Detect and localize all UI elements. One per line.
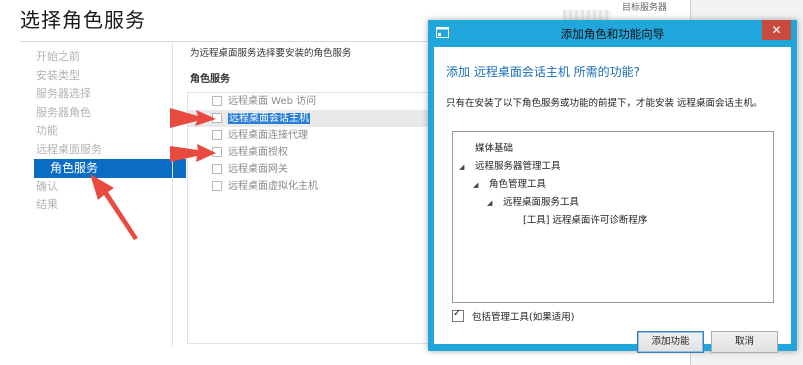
tree-item-role-admin-tools[interactable]: ◢ 角色管理工具 xyxy=(473,178,546,192)
role-label: 远程桌面 Web 访问 xyxy=(228,96,317,107)
nav-item-remote-desktop-services[interactable]: 远程桌面服务 xyxy=(36,141,188,160)
dialog-heading: 添加 远程桌面会话主机 所需的功能? xyxy=(446,65,640,79)
role-label: 远程桌面虚拟化主机 xyxy=(228,181,318,192)
tree-item-label: 角色管理工具 xyxy=(489,179,547,190)
roles-header: 角色服务 xyxy=(190,74,230,85)
role-checkbox[interactable] xyxy=(212,181,222,191)
tree-item-media-foundation[interactable]: 媒体基础 xyxy=(475,142,513,156)
dialog-titlebar[interactable]: 添加角色和功能向导 ✕ xyxy=(428,20,797,46)
add-features-button[interactable]: 添加功能 xyxy=(637,331,704,353)
target-server-label: 目标服务器 xyxy=(622,3,668,13)
expand-triangle-icon[interactable]: ◢ xyxy=(487,196,492,210)
tree-item-rsat[interactable]: ◢ 远程服务器管理工具 xyxy=(459,160,561,174)
tree-item-licensing-diagnoser[interactable]: [工具] 远程桌面许可诊断程序 xyxy=(523,214,647,228)
include-tools-checkbox[interactable] xyxy=(452,308,464,322)
tree-item-label: [工具] 远程桌面许可诊断程序 xyxy=(523,215,648,226)
role-label: 远程桌面会话主机 xyxy=(228,113,310,124)
nav-item-features[interactable]: 功能 xyxy=(36,122,188,141)
required-features-tree[interactable]: 媒体基础 ◢ 远程服务器管理工具 ◢ 角色管理工具 ◢ 远程桌面服务工具 [工具… xyxy=(452,131,774,303)
role-item-rd-gateway[interactable]: 远程桌面网关 xyxy=(188,161,431,178)
role-item-rd-session-host[interactable]: 远程桌面会话主机 xyxy=(188,110,431,127)
page-title: 选择角色服务 xyxy=(20,8,146,32)
nav-item-server-roles[interactable]: 服务器角色 xyxy=(36,104,188,123)
role-label: 远程桌面授权 xyxy=(228,147,288,158)
nav-item-installation-type[interactable]: 安装类型 xyxy=(36,67,188,86)
include-tools-label: 包括管理工具(如果适用) xyxy=(472,312,575,323)
expand-triangle-icon[interactable]: ◢ xyxy=(473,178,478,192)
role-label: 远程桌面连接代理 xyxy=(228,130,308,141)
include-tools-option[interactable]: 包括管理工具(如果适用) xyxy=(452,308,575,323)
dialog-title: 添加角色和功能向导 xyxy=(560,27,665,41)
annotation-arrow-role-services xyxy=(90,174,138,240)
role-services-list: 远程桌面 Web 访问 远程桌面会话主机 远程桌面连接代理 远程桌面授权 远程桌… xyxy=(187,92,431,344)
tree-item-label: 远程桌面服务工具 xyxy=(503,197,580,208)
annotation-arrow-session-host xyxy=(170,108,216,128)
nav-item-server-selection[interactable]: 服务器选择 xyxy=(36,85,188,104)
role-label: 远程桌面网关 xyxy=(228,164,288,175)
add-features-dialog: 添加角色和功能向导 ✕ 添加 远程桌面会话主机 所需的功能? 只有在安装了以下角… xyxy=(428,20,797,353)
close-icon[interactable]: ✕ xyxy=(762,20,791,40)
role-services-description: 为远程桌面服务选择要安装的角色服务 xyxy=(190,48,352,59)
tree-item-label: 远程服务器管理工具 xyxy=(475,161,561,172)
dialog-description: 只有在安装了以下角色服务或功能的前提下，才能安装 远程桌面会话主机。 xyxy=(446,98,763,109)
dialog-body: 添加 远程桌面会话主机 所需的功能? 只有在安装了以下角色服务或功能的前提下，才… xyxy=(434,47,791,353)
nav-divider xyxy=(172,42,173,347)
role-item-rd-virtualization-host[interactable]: 远程桌面虚拟化主机 xyxy=(188,178,431,195)
role-item-rd-web-access[interactable]: 远程桌面 Web 访问 xyxy=(188,93,431,110)
annotation-arrow-licensing xyxy=(170,144,216,162)
role-item-rd-connection-broker[interactable]: 远程桌面连接代理 xyxy=(188,127,431,144)
role-item-rd-licensing[interactable]: 远程桌面授权 xyxy=(188,144,431,161)
nav-item-before-you-begin[interactable]: 开始之前 xyxy=(36,48,188,67)
tree-item-rds-tools[interactable]: ◢ 远程桌面服务工具 xyxy=(487,196,579,210)
expand-triangle-icon[interactable]: ◢ xyxy=(459,160,464,174)
cancel-button[interactable]: 取消 xyxy=(711,331,778,353)
tree-item-label: 媒体基础 xyxy=(475,143,514,154)
